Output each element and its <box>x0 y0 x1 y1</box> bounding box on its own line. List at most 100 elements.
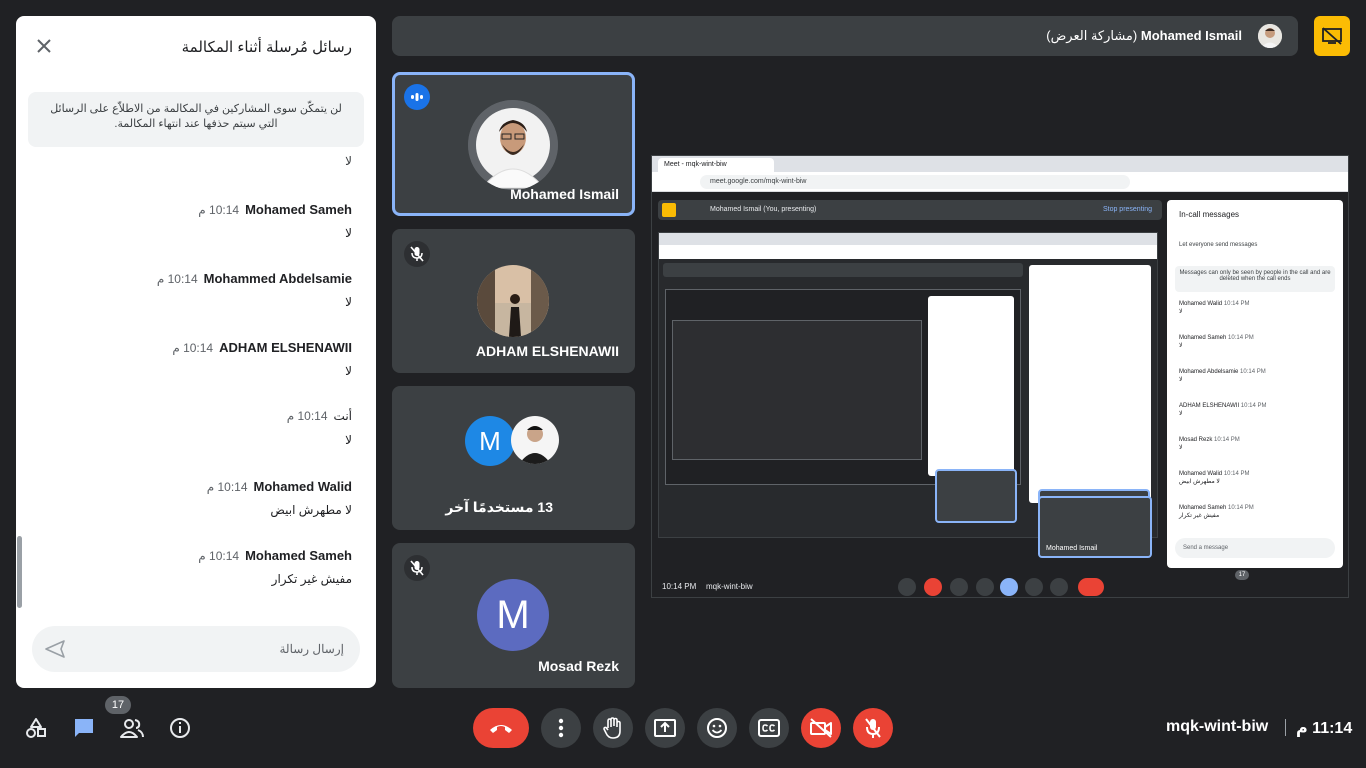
shared-sender: Mohamed Sameh <box>1179 505 1227 511</box>
message-sender: Mohamed Sameh <box>245 202 352 217</box>
shared-bottom-time: 10:14 PM <box>662 582 697 591</box>
shared-incall-input: Send a message <box>1175 538 1335 558</box>
shared-sender: Mosad Rezk <box>1179 437 1213 443</box>
shared-presenting-bar: Mohamed Ismail (You, presenting) Stop pr… <box>658 200 1162 220</box>
hand-icon <box>603 717 621 739</box>
shared-incall-title: In-call messages <box>1179 210 1240 219</box>
chat-message: Mohamed Walid 10:14 م لا مطهرش ابيض <box>52 479 352 517</box>
shared-text: لا <box>1179 377 1183 383</box>
shared-incall-panel: In-call messages Let everyone send messa… <box>1167 200 1343 568</box>
captions-button[interactable] <box>749 708 789 748</box>
presentation-off-icon <box>1322 27 1342 45</box>
shared-stop-label: Stop presenting <box>1102 206 1152 213</box>
shared-people-badge: 17 <box>1235 570 1249 580</box>
shared-sender: Mohamed Walid <box>1179 471 1223 477</box>
chat-message-input[interactable] <box>94 638 344 660</box>
shared-bottom-bar: 10:14 PM mqk-wint-biw <box>652 574 1162 596</box>
chat-input-container <box>32 626 360 672</box>
send-button[interactable] <box>44 638 66 660</box>
audio-level-indicator <box>404 84 430 110</box>
present-now-button[interactable] <box>645 708 685 748</box>
shared-time: 10:14 PM <box>1223 301 1250 307</box>
message-time: 10:14 م <box>198 549 240 563</box>
shared-time: 10:14 PM <box>1223 471 1250 477</box>
participant-tile[interactable]: M Mosad Rezk <box>392 543 635 688</box>
participant-avatar <box>477 265 549 337</box>
chat-icon <box>75 719 93 737</box>
participant-name: 13 مستخدمًا آخر <box>445 499 553 515</box>
meeting-details-button[interactable] <box>162 710 198 746</box>
camera-off-icon <box>810 718 832 738</box>
present-to-all-icon <box>654 719 676 737</box>
leave-call-button[interactable] <box>473 708 529 748</box>
send-icon <box>45 640 65 658</box>
people-button[interactable] <box>114 710 150 746</box>
mic-off-icon <box>865 718 881 738</box>
shared-sender: ADHAM ELSHENAWII <box>1179 403 1240 409</box>
shared-sender: Mohamed Walid <box>1179 301 1223 307</box>
shared-sender: Mohamed Sameh <box>1179 335 1227 341</box>
shared-incall-messages: Mohamed Walid 10:14 PM لا Mohamed Sameh 1… <box>1179 300 1329 520</box>
message-sender: Mohamed Walid <box>253 479 352 494</box>
message-text: لا <box>345 433 352 447</box>
closed-captions-icon <box>758 719 780 737</box>
people-icon <box>120 719 144 738</box>
microphone-toggle-button[interactable] <box>853 708 893 748</box>
shared-bar-text: Mohamed Ismail (You, presenting) <box>710 206 817 213</box>
participant-name: Mohamed Ismail <box>510 186 619 202</box>
message-sender: Mohammed Abdelsamie <box>203 271 352 286</box>
message-list: لا Mohamed Sameh 10:14 م لا Mohammed Abde… <box>16 154 376 606</box>
message-text: لا <box>345 364 352 378</box>
close-chat-button[interactable] <box>32 34 56 58</box>
shared-time: 10:14 PM <box>1228 505 1254 511</box>
shared-text: لا <box>1179 445 1183 451</box>
info-icon <box>170 718 190 738</box>
shared-text: لا مطهرش ابيض <box>1179 479 1220 485</box>
browser-tab: Meet - mqk-wint-biw <box>658 158 774 172</box>
chat-button[interactable] <box>66 710 102 746</box>
shared-text: لا <box>1179 309 1183 315</box>
audio-level-icon <box>411 93 423 101</box>
raise-hand-button[interactable] <box>593 708 633 748</box>
camera-toggle-button[interactable] <box>801 708 841 748</box>
shared-self-tile: Mohamed Ismail <box>1038 496 1152 558</box>
stop-presenting-button[interactable] <box>1314 16 1350 56</box>
participant-avatar <box>511 416 559 464</box>
shared-tile-name: Mohamed Ismail <box>1046 545 1098 552</box>
shared-text: لا <box>1179 343 1183 349</box>
more-options-button[interactable] <box>541 708 581 748</box>
participant-tile[interactable]: ADHAM ELSHENAWII <box>392 229 635 373</box>
chat-title: رسائل مُرسلة أثناء المكالمة <box>181 39 352 56</box>
message-time: 10:14 م <box>206 480 248 494</box>
shared-time: 10:14 PM <box>1240 403 1267 409</box>
chat-privacy-notice: لن يتمكّن سوى المشاركين في المكالمة من ا… <box>28 92 364 147</box>
presenter-label: Mohamed Ismail (مشاركة العرض) <box>1046 28 1242 44</box>
presenter-avatar <box>1258 24 1282 48</box>
message-text: لا مطهرش ابيض <box>270 503 352 517</box>
participant-name: ADHAM ELSHENAWII <box>475 343 619 359</box>
presenter-suffix: (مشاركة العرض) <box>1046 28 1138 43</box>
shared-incall-notice: Messages can only be seen by people in t… <box>1175 266 1335 292</box>
others-tile[interactable]: M 13 مستخدمًا آخر <box>392 386 635 530</box>
message-time: 10:14 م <box>198 203 240 217</box>
activities-button[interactable] <box>18 710 54 746</box>
chat-message: Mohammed Abdelsamie 10:14 م لا <box>52 271 352 309</box>
shared-time: 10:14 PM <box>1214 437 1240 443</box>
browser-toolbar: meet.google.com/mqk-wint-biw <box>652 172 1348 192</box>
participant-tile[interactable]: Mohamed Ismail <box>392 72 635 216</box>
mic-off-icon <box>410 246 424 262</box>
chat-message: ADHAM ELSHENAWII 10:14 م لا <box>52 340 352 378</box>
chat-scrollbar[interactable] <box>17 536 22 608</box>
reactions-button[interactable] <box>697 708 737 748</box>
shared-time: 10:14 PM <box>1228 335 1254 341</box>
chat-message: Mohamed Sameh 10:14 م لا <box>52 202 352 240</box>
message-text: لا <box>345 295 352 309</box>
message-time: 10:14 م <box>172 341 214 355</box>
emoji-icon <box>707 718 727 738</box>
message-text: مفيش غير تكرار <box>271 572 352 586</box>
message-sender: Mohamed Sameh <box>245 548 352 563</box>
recursive-screen-inner <box>665 289 1021 485</box>
muted-indicator <box>404 241 430 267</box>
participant-avatar <box>468 100 558 190</box>
browser-url: meet.google.com/mqk-wint-biw <box>700 175 1130 189</box>
